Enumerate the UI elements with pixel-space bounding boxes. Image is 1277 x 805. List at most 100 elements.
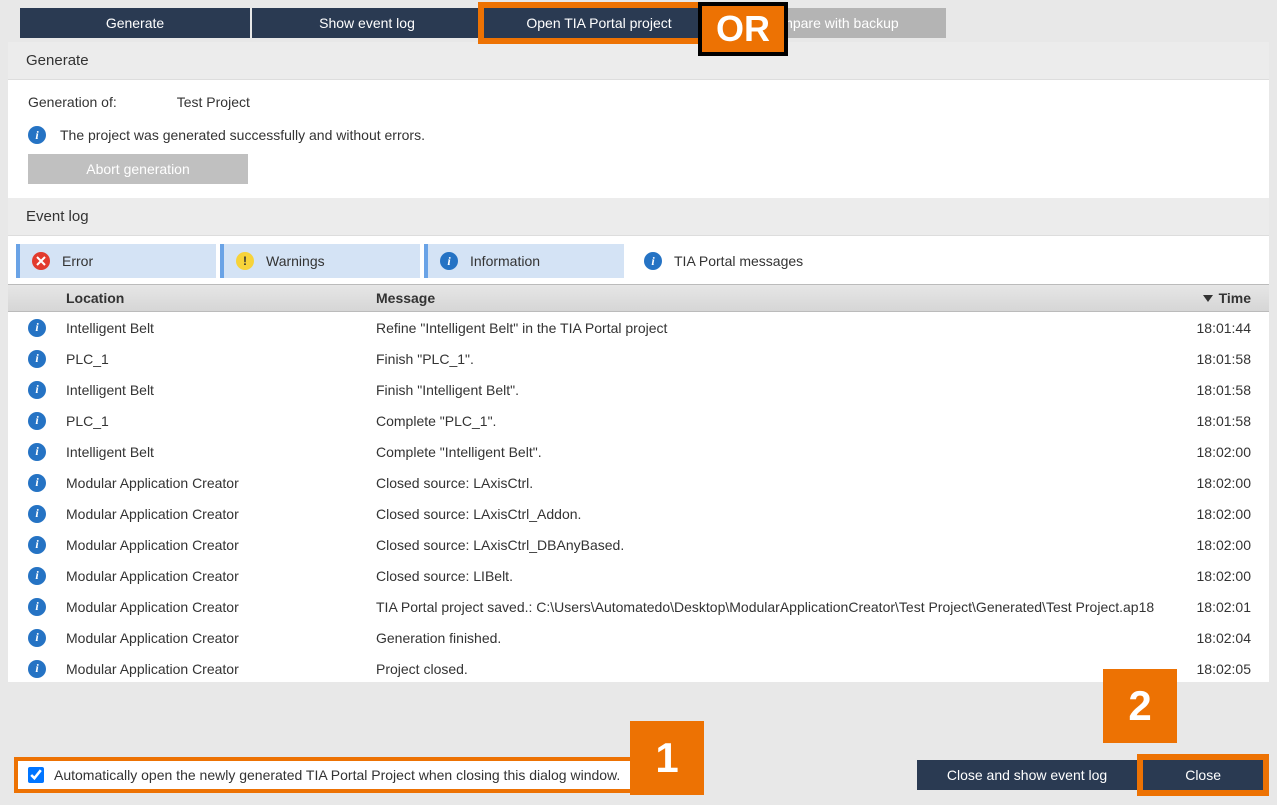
- info-icon: i: [28, 505, 46, 523]
- info-icon: i: [28, 567, 46, 585]
- log-row[interactable]: i Intelligent BeltFinish "Intelligent Bel…: [8, 374, 1269, 405]
- log-row[interactable]: i Intelligent BeltRefine "Intelligent Bel…: [8, 312, 1269, 343]
- log-location: Modular Application Creator: [66, 630, 368, 646]
- generate-button[interactable]: Generate: [20, 8, 250, 38]
- log-table-body[interactable]: iIntelligent BeltRefine "Intelligent Bel…: [8, 312, 1269, 682]
- filter-tab-tia-messages[interactable]: i TIA Portal messages: [628, 244, 828, 278]
- warning-icon: !: [236, 252, 254, 270]
- log-message: Generation finished.: [368, 630, 1179, 646]
- log-message: TIA Portal project saved.: C:\Users\Auto…: [368, 599, 1179, 615]
- log-time: 18:01:58: [1179, 351, 1269, 367]
- generate-section-header: Generate: [8, 42, 1269, 80]
- log-message: Finish "Intelligent Belt".: [368, 382, 1179, 398]
- log-time: 18:02:05: [1179, 661, 1269, 677]
- info-icon: i: [28, 443, 46, 461]
- log-row[interactable]: i Modular Application CreatorClosed sourc…: [8, 529, 1269, 560]
- info-icon: i: [644, 252, 662, 270]
- filter-tab-label: TIA Portal messages: [674, 253, 803, 269]
- log-location: Intelligent Belt: [66, 382, 368, 398]
- info-icon: i: [28, 381, 46, 399]
- generation-of-label: Generation of:: [28, 94, 117, 110]
- annotation-or: OR: [698, 2, 788, 56]
- log-table-header: Location Message Time: [8, 284, 1269, 312]
- log-location: Modular Application Creator: [66, 661, 368, 677]
- info-icon: i: [28, 536, 46, 554]
- log-location: Modular Application Creator: [66, 475, 368, 491]
- filter-tab-warnings[interactable]: ! Warnings: [220, 244, 420, 278]
- info-icon: i: [28, 126, 46, 144]
- auto-open-checkbox-container[interactable]: Automatically open the newly generated T…: [14, 757, 634, 793]
- log-time: 18:01:58: [1179, 382, 1269, 398]
- error-icon: [32, 252, 50, 270]
- sort-desc-icon: [1203, 295, 1213, 302]
- filter-tab-label: Information: [470, 253, 540, 269]
- info-icon: i: [28, 350, 46, 368]
- log-row[interactable]: i PLC_1Complete "PLC_1".18:01:58: [8, 405, 1269, 436]
- log-time: 18:01:44: [1179, 320, 1269, 336]
- log-row[interactable]: i PLC_1Finish "PLC_1".18:01:58: [8, 343, 1269, 374]
- log-time: 18:02:01: [1179, 599, 1269, 615]
- open-tia-portal-button[interactable]: Open TIA Portal project: [484, 8, 714, 38]
- log-time: 18:02:04: [1179, 630, 1269, 646]
- info-icon: i: [28, 319, 46, 337]
- log-row[interactable]: i Intelligent BeltComplete "Intelligent B…: [8, 436, 1269, 467]
- log-location: Modular Application Creator: [66, 568, 368, 584]
- column-time[interactable]: Time: [1179, 290, 1269, 306]
- info-icon: i: [28, 474, 46, 492]
- filter-tab-label: Error: [62, 253, 93, 269]
- info-icon: i: [440, 252, 458, 270]
- log-row[interactable]: i Modular Application CreatorGeneration f…: [8, 622, 1269, 653]
- close-button[interactable]: Close: [1143, 760, 1263, 790]
- event-log-section-header: Event log: [8, 198, 1269, 236]
- log-message: Complete "PLC_1".: [368, 413, 1179, 429]
- log-location: Intelligent Belt: [66, 320, 368, 336]
- generation-status-text: The project was generated successfully a…: [60, 127, 425, 143]
- log-message: Refine "Intelligent Belt" in the TIA Por…: [368, 320, 1179, 336]
- log-time: 18:02:00: [1179, 506, 1269, 522]
- annotation-1: 1: [630, 721, 704, 795]
- log-location: Modular Application Creator: [66, 506, 368, 522]
- log-location: Modular Application Creator: [66, 599, 368, 615]
- annotation-2: 2: [1103, 669, 1177, 743]
- log-time: 18:02:00: [1179, 537, 1269, 553]
- info-icon: i: [28, 660, 46, 678]
- abort-generation-button: Abort generation: [28, 154, 248, 184]
- log-time: 18:02:00: [1179, 444, 1269, 460]
- log-message: Project closed.: [368, 661, 1179, 677]
- info-icon: i: [28, 412, 46, 430]
- log-row[interactable]: i Modular Application CreatorClosed sourc…: [8, 467, 1269, 498]
- main-panel: Generate Generation of: Test Project i T…: [8, 42, 1269, 682]
- log-message: Closed source: LAxisCtrl_DBAnyBased.: [368, 537, 1179, 553]
- log-row[interactable]: i Modular Application CreatorClosed sourc…: [8, 560, 1269, 591]
- log-message: Complete "Intelligent Belt".: [368, 444, 1179, 460]
- show-event-log-button[interactable]: Show event log: [252, 8, 482, 38]
- close-and-show-event-log-button[interactable]: Close and show event log: [917, 760, 1137, 790]
- log-time: 18:01:58: [1179, 413, 1269, 429]
- column-location[interactable]: Location: [8, 290, 368, 306]
- log-row[interactable]: i Modular Application CreatorTIA Portal p…: [8, 591, 1269, 622]
- log-message: Finish "PLC_1".: [368, 351, 1179, 367]
- auto-open-label: Automatically open the newly generated T…: [54, 767, 620, 783]
- column-message[interactable]: Message: [368, 290, 1179, 306]
- info-icon: i: [28, 629, 46, 647]
- filter-tab-information[interactable]: i Information: [424, 244, 624, 278]
- log-message: Closed source: LAxisCtrl.: [368, 475, 1179, 491]
- filter-tab-label: Warnings: [266, 253, 325, 269]
- log-location: PLC_1: [66, 351, 368, 367]
- log-time: 18:02:00: [1179, 475, 1269, 491]
- log-row[interactable]: i Modular Application CreatorProject clos…: [8, 653, 1269, 682]
- log-location: PLC_1: [66, 413, 368, 429]
- filter-tabs: Error ! Warnings i Information i TIA Por…: [8, 236, 1269, 284]
- auto-open-checkbox[interactable]: [28, 767, 44, 783]
- log-location: Modular Application Creator: [66, 537, 368, 553]
- info-icon: i: [28, 598, 46, 616]
- generation-project-name: Test Project: [177, 94, 250, 110]
- action-toolbar: Generate Show event log Open TIA Portal …: [0, 0, 1277, 42]
- log-message: Closed source: LAxisCtrl_Addon.: [368, 506, 1179, 522]
- log-location: Intelligent Belt: [66, 444, 368, 460]
- log-message: Closed source: LIBelt.: [368, 568, 1179, 584]
- log-time: 18:02:00: [1179, 568, 1269, 584]
- log-row[interactable]: i Modular Application CreatorClosed sourc…: [8, 498, 1269, 529]
- filter-tab-error[interactable]: Error: [16, 244, 216, 278]
- generate-section-body: Generation of: Test Project i The projec…: [8, 80, 1269, 198]
